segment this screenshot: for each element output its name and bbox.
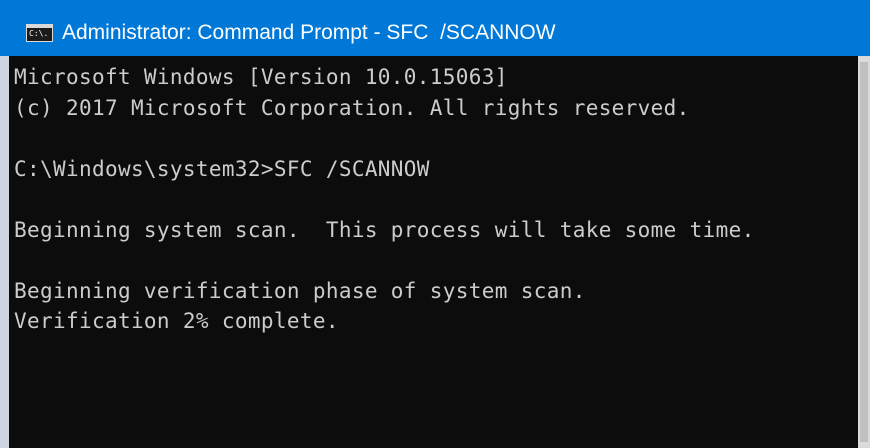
window-title: Administrator: Command Prompt - SFC /SCA… [62, 21, 556, 44]
title-bar[interactable]: C:\. Administrator: Command Prompt - SFC… [0, 0, 870, 56]
scrollbar-thumb[interactable] [860, 62, 868, 442]
icon-glyph: C:\. [29, 29, 49, 38]
console-line-command: C:\Windows\system32>SFC /SCANNOW [14, 156, 430, 181]
console-line-scan-start: Beginning system scan. This process will… [14, 217, 755, 242]
console-line-version: Microsoft Windows [Version 10.0.15063] [14, 65, 508, 89]
command-prompt-icon[interactable]: C:\. [26, 24, 53, 42]
vertical-scrollbar[interactable] [858, 56, 870, 448]
console-output[interactable]: Microsoft Windows [Version 10.0.15063] (… [0, 56, 858, 448]
command-prompt-window: C:\. Administrator: Command Prompt - SFC… [0, 0, 870, 448]
console-line-copyright: (c) 2017 Microsoft Corporation. All righ… [14, 95, 690, 120]
console-line-verification-phase: Beginning verification phase of system s… [14, 278, 586, 303]
console-line-verification-progress: Verification 2% complete. [14, 309, 339, 333]
